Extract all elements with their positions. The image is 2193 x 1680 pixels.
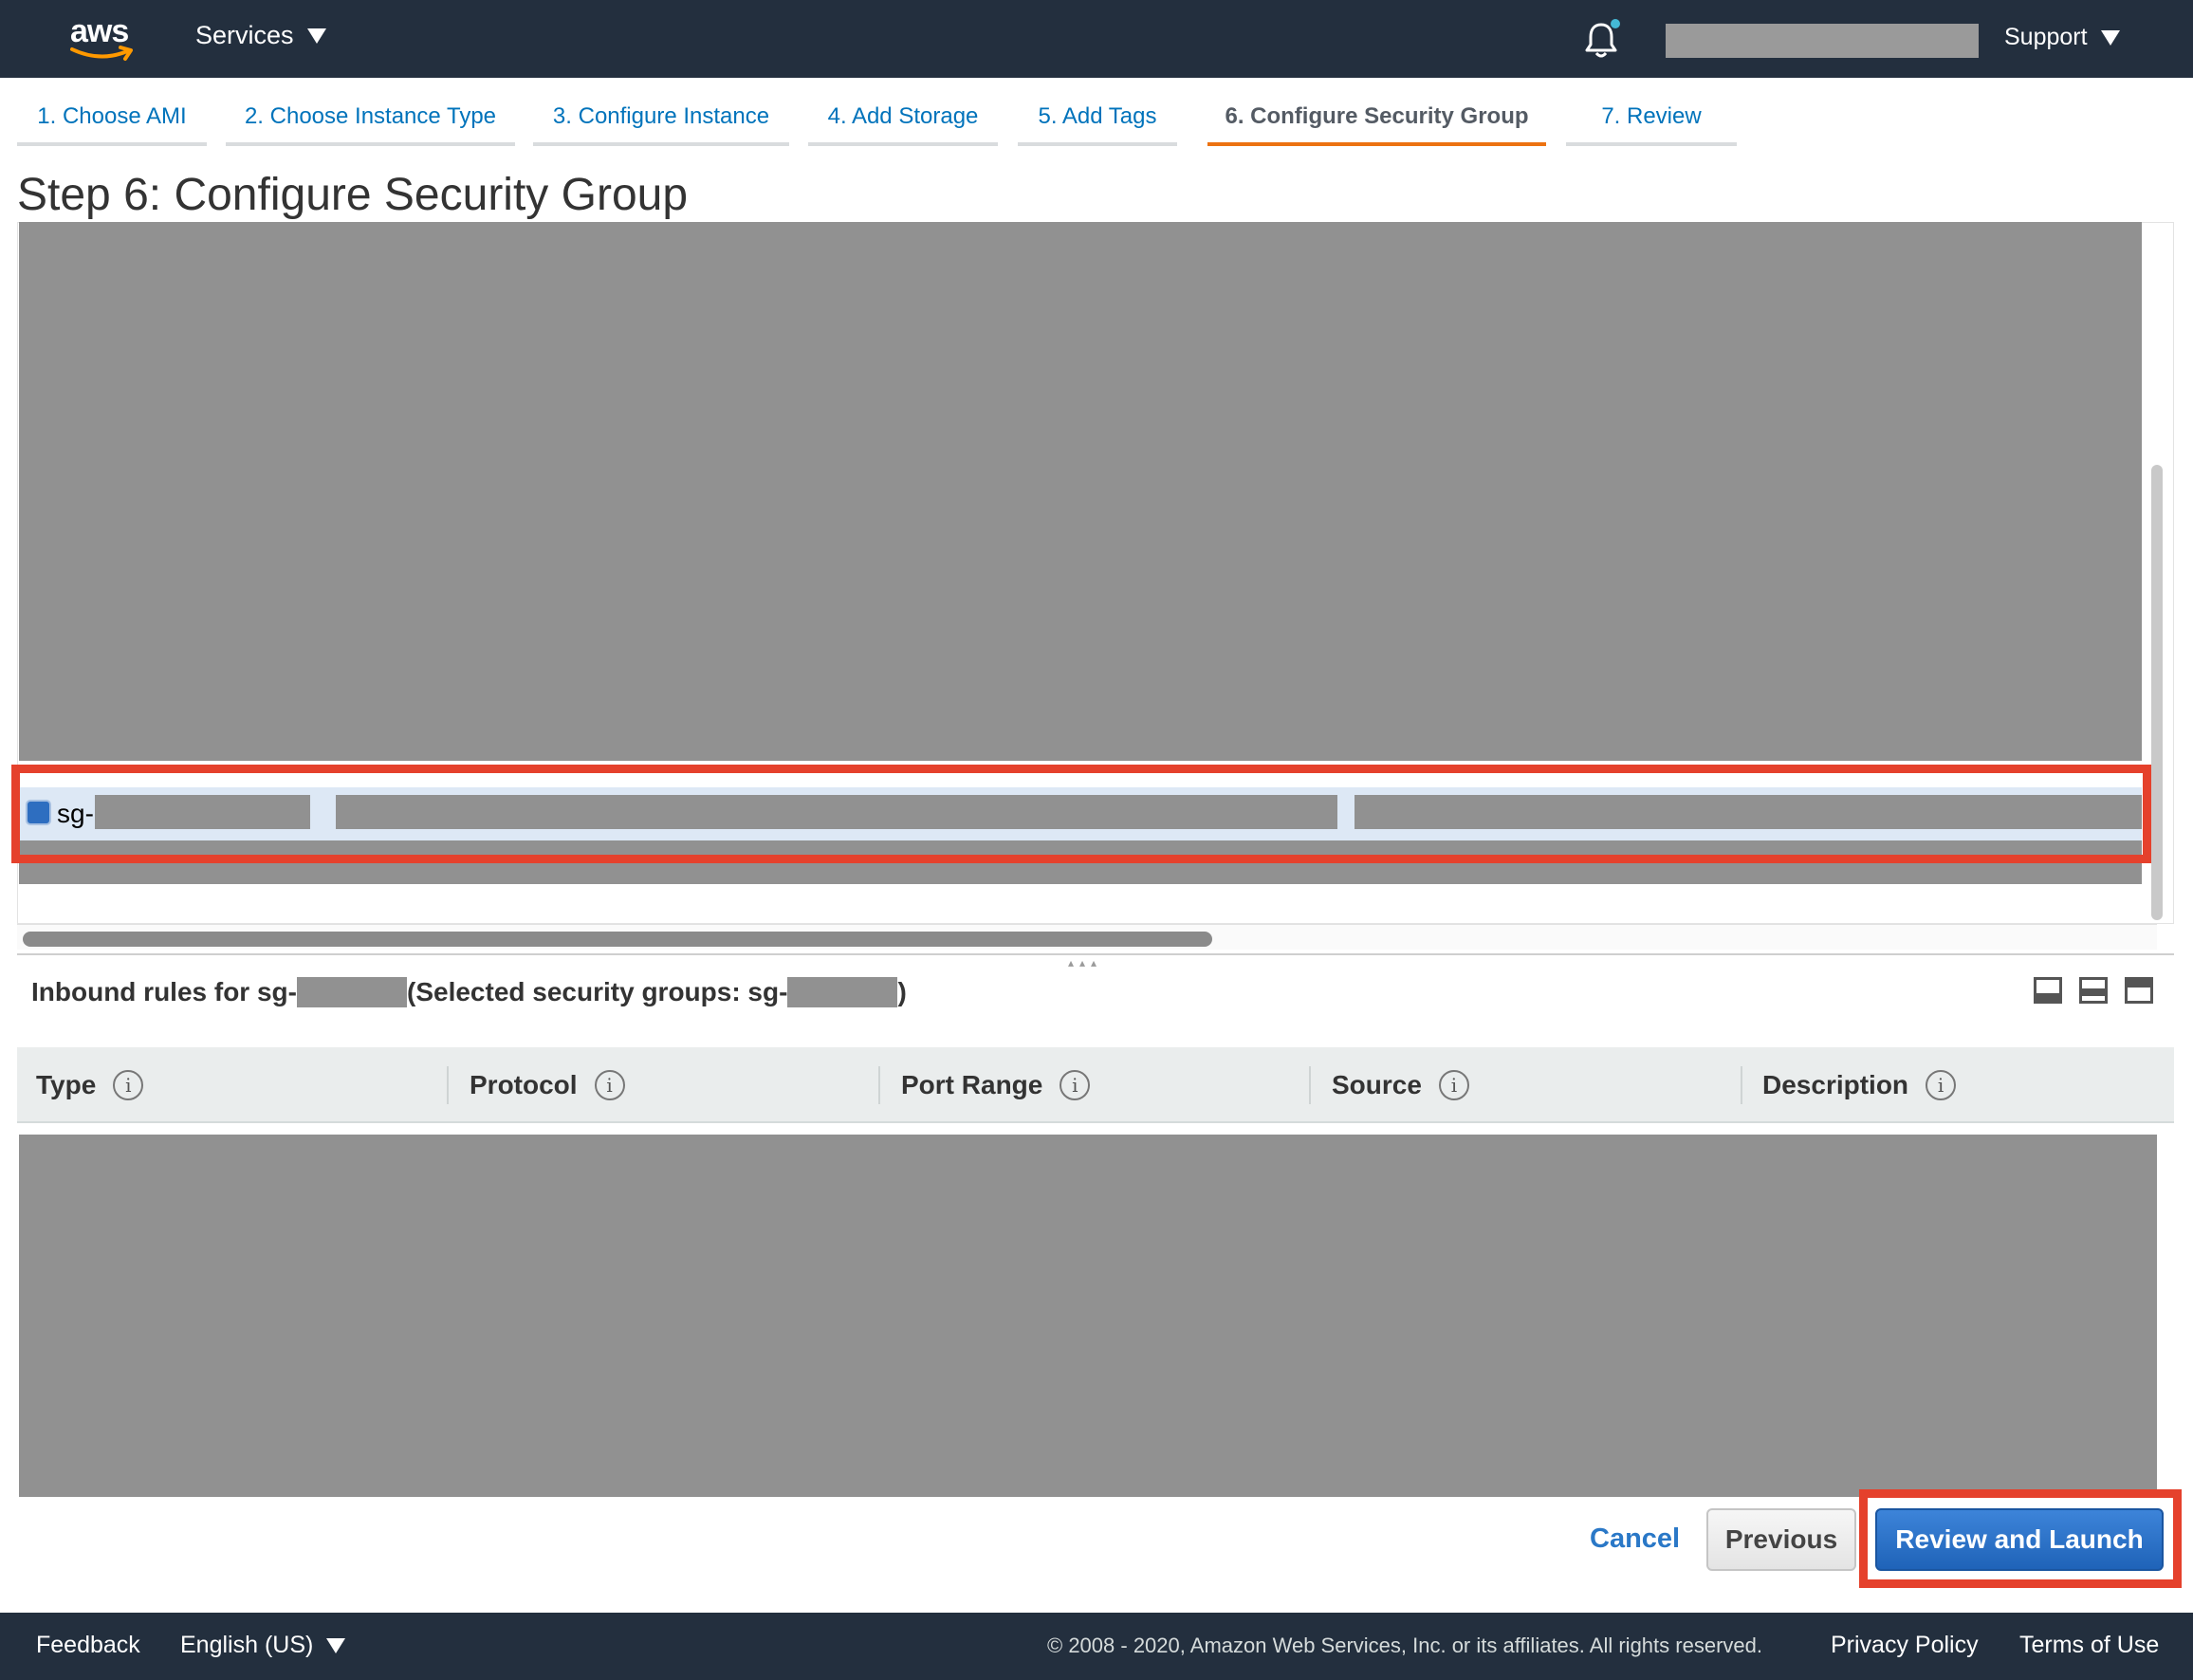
info-icon[interactable]: i xyxy=(113,1070,144,1100)
services-label: Services xyxy=(195,21,294,49)
inbound-title-middle: (Selected security groups: sg- xyxy=(407,977,788,1006)
tab-configure-security-group[interactable]: 6. Configure Security Group xyxy=(1207,91,1546,146)
support-menu[interactable]: Support xyxy=(2004,24,2120,51)
column-header-source[interactable]: Source i xyxy=(1332,1047,1469,1123)
inbound-title-prefix: Inbound rules for sg- xyxy=(31,977,297,1006)
tab-choose-instance-type[interactable]: 2. Choose Instance Type xyxy=(226,91,515,146)
highlight-box-launch-button xyxy=(1859,1489,2182,1588)
page-title: Step 6: Configure Security Group xyxy=(17,170,689,220)
column-header-description[interactable]: Description i xyxy=(1762,1047,1957,1123)
account-name-redacted[interactable] xyxy=(1666,24,1979,58)
previous-button[interactable]: Previous xyxy=(1706,1508,1856,1571)
tab-choose-ami[interactable]: 1. Choose AMI xyxy=(17,91,207,146)
highlight-box-selected-row xyxy=(11,765,2151,863)
copyright-text: © 2008 - 2020, Amazon Web Services, Inc.… xyxy=(1047,1634,1762,1657)
column-label: Protocol xyxy=(470,1070,578,1099)
tab-configure-instance[interactable]: 3. Configure Instance xyxy=(533,91,789,146)
terms-of-use-link[interactable]: Terms of Use xyxy=(2019,1632,2159,1659)
caret-down-icon xyxy=(326,1637,346,1653)
feedback-link[interactable]: Feedback xyxy=(36,1632,140,1659)
notifications-bell-icon[interactable] xyxy=(1582,19,1620,61)
panel-splitter[interactable] xyxy=(17,953,2174,955)
services-menu[interactable]: Services xyxy=(195,21,326,50)
inbound-rules-title: Inbound rules for sg- (Selected security… xyxy=(31,977,907,1007)
column-label: Description xyxy=(1762,1070,1909,1099)
column-label: Port Range xyxy=(901,1070,1043,1099)
column-header-port-range[interactable]: Port Range i xyxy=(901,1047,1091,1123)
cancel-button[interactable]: Cancel xyxy=(1590,1523,1680,1555)
info-icon[interactable]: i xyxy=(1438,1070,1469,1100)
column-label: Type xyxy=(36,1070,97,1099)
layout-bottom-panel-icon[interactable] xyxy=(2034,977,2062,1004)
language-selector[interactable]: English (US) xyxy=(180,1632,346,1659)
column-label: Source xyxy=(1332,1070,1422,1099)
column-divider[interactable] xyxy=(1741,1066,1742,1104)
privacy-policy-link[interactable]: Privacy Policy xyxy=(1831,1632,1979,1659)
redacted-group-id xyxy=(297,977,407,1007)
info-icon[interactable]: i xyxy=(1060,1070,1091,1100)
tab-review[interactable]: 7. Review xyxy=(1566,91,1737,146)
column-divider[interactable] xyxy=(447,1066,449,1104)
aws-logo[interactable]: aws xyxy=(68,11,135,65)
splitter-handle-icon[interactable]: ▴▴▴ xyxy=(1068,956,1102,969)
redacted-security-group-rows xyxy=(19,222,2142,761)
column-divider[interactable] xyxy=(1309,1066,1311,1104)
redacted-inbound-rules xyxy=(19,1135,2157,1497)
caret-down-icon xyxy=(2100,29,2120,46)
vertical-scrollbar[interactable] xyxy=(2151,465,2163,920)
column-divider[interactable] xyxy=(878,1066,880,1104)
tab-add-tags[interactable]: 5. Add Tags xyxy=(1018,91,1177,146)
caret-down-icon xyxy=(306,28,326,44)
layout-split-panel-icon[interactable] xyxy=(2079,977,2108,1004)
support-label: Support xyxy=(2004,24,2088,50)
info-icon[interactable]: i xyxy=(594,1070,625,1100)
layout-top-panel-icon[interactable] xyxy=(2125,977,2153,1004)
language-label: English (US) xyxy=(180,1632,314,1658)
inbound-title-suffix: ) xyxy=(897,977,907,1006)
info-icon[interactable]: i xyxy=(1926,1070,1957,1100)
horizontal-scrollbar[interactable] xyxy=(23,932,1212,947)
column-header-type[interactable]: Type i xyxy=(36,1047,144,1123)
aws-smile-icon xyxy=(70,46,133,61)
redacted-group-id xyxy=(787,977,898,1007)
tab-add-storage[interactable]: 4. Add Storage xyxy=(808,91,998,146)
column-header-protocol[interactable]: Protocol i xyxy=(470,1047,625,1123)
